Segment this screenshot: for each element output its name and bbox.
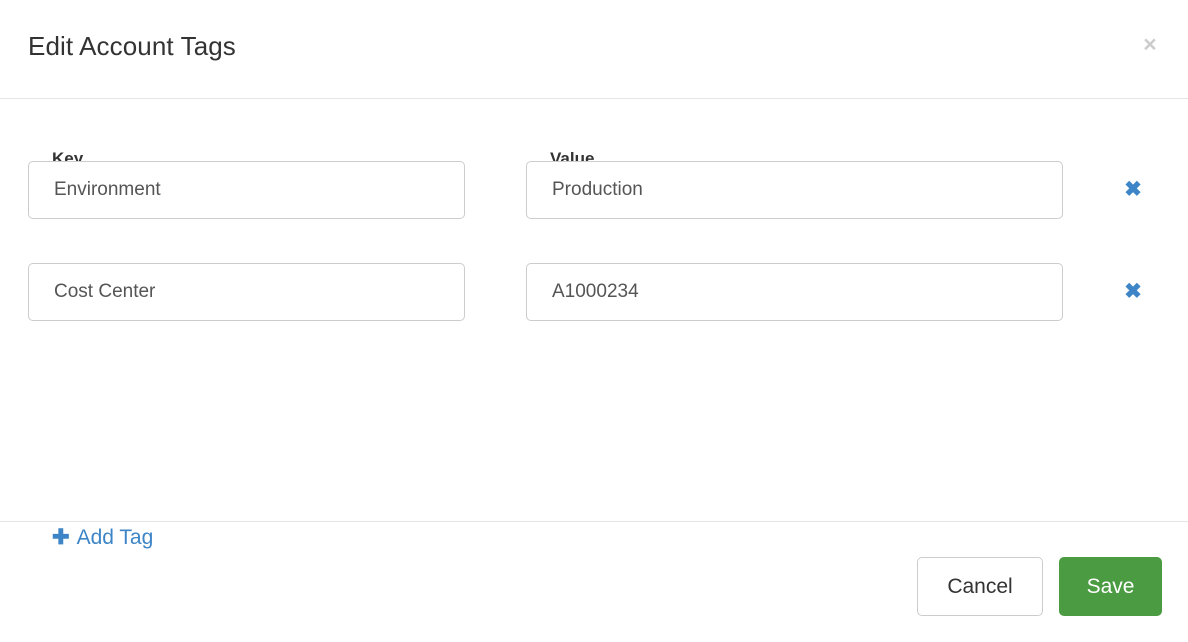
edit-account-tags-dialog: Edit Account Tags × Key Value ✖ ✖ ✚ Add … bbox=[0, 0, 1188, 642]
cancel-button[interactable]: Cancel bbox=[917, 557, 1043, 616]
dialog-footer: Cancel Save bbox=[0, 522, 1188, 642]
tag-value-input[interactable] bbox=[526, 263, 1063, 321]
dialog-header: Edit Account Tags × bbox=[0, 0, 1188, 99]
table-row: ✖ bbox=[0, 263, 1188, 365]
tag-value-input[interactable] bbox=[526, 161, 1063, 219]
remove-tag-icon[interactable]: ✖ bbox=[1120, 277, 1146, 305]
tag-key-input[interactable] bbox=[28, 263, 465, 321]
table-header-row: Key Value bbox=[0, 99, 1188, 168]
page-title: Edit Account Tags bbox=[28, 31, 236, 61]
tag-key-input[interactable] bbox=[28, 161, 465, 219]
remove-tag-icon[interactable]: ✖ bbox=[1120, 175, 1146, 203]
tags-table: Key Value ✖ ✖ bbox=[0, 99, 1188, 365]
table-row: ✖ bbox=[0, 161, 1188, 263]
save-button[interactable]: Save bbox=[1059, 557, 1162, 616]
close-icon[interactable]: × bbox=[1136, 30, 1164, 58]
dialog-body: Key Value ✖ ✖ ✚ Add Tag bbox=[0, 99, 1188, 548]
